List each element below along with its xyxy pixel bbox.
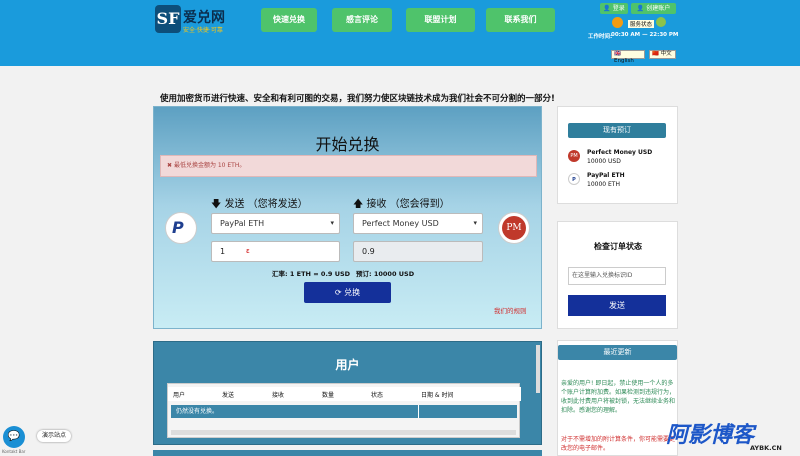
col-send: 发送	[222, 392, 235, 399]
hours-label: 工作时间:	[588, 34, 613, 40]
register-label: 创建账户	[646, 5, 671, 12]
paypal-icon: P	[568, 173, 580, 185]
working-hours: 00:30 AM — 22:30 PM	[611, 32, 679, 38]
watermark-logo: 阿影博客 AYBK.CN	[666, 417, 800, 456]
receive-currency-value: Perfect Money USD	[362, 219, 439, 228]
col-datetime: 日期 & 时间	[421, 392, 454, 399]
receive-amount-input: 0.9	[353, 241, 483, 262]
reserve-amount: 预订: 10000 USD	[356, 270, 415, 278]
col-user: 用户	[173, 392, 186, 399]
pm-letters: PM	[502, 216, 526, 240]
logo-text: 爱兑网	[183, 10, 225, 26]
col-amount: 数量	[322, 392, 335, 399]
demo-site-badge: 演示站点	[37, 430, 72, 442]
receive-currency-select[interactable]: Perfect Money USD ▾	[353, 213, 483, 234]
perfect-money-icon: PM	[568, 150, 580, 162]
table-header: 用户 发送 接收 数量 状态 日期 & 时间	[168, 387, 521, 401]
receive-label-text: 接收 （您会得到）	[366, 199, 450, 210]
min-amount-alert: ✖ 最低兑换金额为 10 ETH。	[160, 155, 537, 177]
users-title: 用户	[335, 358, 360, 372]
users-panel: 用户 用户 发送 接收 数量 状态 日期 & 时间 仍然没有兑换。	[153, 341, 542, 445]
logo-mark: SF	[155, 5, 181, 33]
logo-subtitle: 安全·快捷·可靠	[183, 27, 223, 34]
news-card: 最近更新 亲爱的用户! 即日起，禁止使用一个人的多个账户计算附加费。如果检测到违…	[557, 340, 678, 456]
reserve-amount: 10000 USD	[587, 158, 621, 165]
table-row: 仍然没有兑换。	[171, 405, 418, 418]
users-table: 用户 发送 接收 数量 状态 日期 & 时间 仍然没有兑换。	[167, 383, 521, 438]
register-button[interactable]: 👤 创建账户	[631, 3, 676, 14]
status-indicator-icon	[656, 17, 666, 27]
vertical-scrollbar[interactable]	[536, 345, 540, 393]
watermark-domain: AYBK.CN	[750, 444, 782, 452]
paypal-letter: P	[172, 218, 184, 237]
horizontal-scrollbar[interactable]	[171, 430, 516, 435]
send-amount-value: 1	[220, 247, 226, 256]
site-logo[interactable]: SF 爱兑网 安全·快捷·可靠	[155, 5, 245, 39]
paypal-icon: P	[165, 212, 197, 244]
chevron-down-icon: ▾	[330, 219, 334, 227]
nav-quick-exchange[interactable]: 快速兑换	[261, 8, 317, 32]
reserve-name: Perfect Money USD	[587, 149, 653, 156]
chevron-down-icon: ▾	[473, 219, 477, 227]
lang-chinese-label: 中文	[660, 51, 672, 57]
col-status: 状态	[371, 392, 384, 399]
alert-text: 最低兑换金额为 10 ETH。	[173, 162, 246, 169]
exchange-title: 开始兑换	[315, 135, 380, 154]
page-tagline: 使用加密货币进行快速、安全和有利可图的交易，我们努力使区块链技术成为我们社会不可…	[160, 94, 555, 104]
order-id-input[interactable]: 在这里输入兑换标识ID	[568, 267, 666, 285]
reserve-amount: 10000 ETH	[587, 181, 620, 188]
login-button[interactable]: 👤 登录	[600, 3, 628, 14]
watermark-text: 阿影博客	[666, 423, 755, 448]
send-currency-value: PayPal ETH	[220, 219, 265, 228]
reserves-title: 现有预订	[568, 123, 666, 138]
chat-bubble-icon[interactable]: 💬	[3, 426, 25, 448]
nav-affiliate[interactable]: 联盟计划	[406, 8, 475, 32]
support-avatar-icon	[612, 17, 623, 28]
site-header: SF 爱兑网 安全·快捷·可靠 快速兑换 感言评论 联盟计划 联系我们 👤 登录…	[0, 0, 800, 66]
order-id-placeholder: 在这里输入兑换标识ID	[572, 272, 633, 279]
next-panel-edge	[153, 450, 542, 456]
receive-label: 🡅 接收 （您会得到）	[353, 199, 450, 210]
order-status-title: 检查订单状态	[594, 242, 642, 251]
news-item: 亲爱的用户! 即日起，禁止使用一个人的多个账户计算附加费。如果检测到违规行为，收…	[561, 380, 676, 414]
credit-text: Kontakt Bar	[2, 449, 26, 454]
login-label: 登录	[612, 5, 625, 12]
nav-contact[interactable]: 联系我们	[486, 8, 555, 32]
news-item: 对于不需增加的附计算条件，你可能需要更改您的电子邮件。	[561, 436, 676, 452]
exchange-button-label: 兑换	[344, 288, 361, 297]
input-marker-icon: ɛ	[246, 247, 250, 255]
send-label: 🡇 发送 （您将发送）	[211, 199, 308, 210]
send-label-text: 发送 （您将发送）	[224, 199, 308, 210]
lang-chinese[interactable]: 🇨🇳 中文	[649, 50, 676, 59]
news-title: 最近更新	[558, 345, 677, 360]
nav-reviews[interactable]: 感言评论	[332, 8, 392, 32]
lang-english[interactable]: 🇬🇧 English	[611, 50, 645, 64]
order-status-card: 检查订单状态 在这里输入兑换标识ID 发送	[557, 221, 678, 329]
reserve-name: PayPal ETH	[587, 172, 625, 179]
order-submit-button[interactable]: 发送	[568, 295, 666, 316]
rules-link[interactable]: 我们的规则	[494, 305, 527, 315]
exchange-button[interactable]: ⟳ 兑换	[304, 282, 391, 303]
reserves-card: 现有预订 PM Perfect Money USD 10000 USD P Pa…	[557, 106, 678, 204]
send-currency-select[interactable]: PayPal ETH ▾	[211, 213, 340, 234]
send-amount-input[interactable]: 1ɛ	[211, 241, 340, 262]
perfect-money-icon: PM	[498, 212, 530, 244]
col-receive: 接收	[272, 392, 285, 399]
lang-english-label: English	[614, 58, 634, 64]
exchange-rate: 汇率: 1 ETH = 0.9 USD	[272, 270, 351, 278]
exchange-panel: 开始兑换 ✖ 最低兑换金额为 10 ETH。 P PM 🡇 发送 （您将发送） …	[153, 106, 542, 329]
service-status-label: 服务状态	[628, 20, 655, 28]
table-row-cell	[418, 405, 517, 418]
